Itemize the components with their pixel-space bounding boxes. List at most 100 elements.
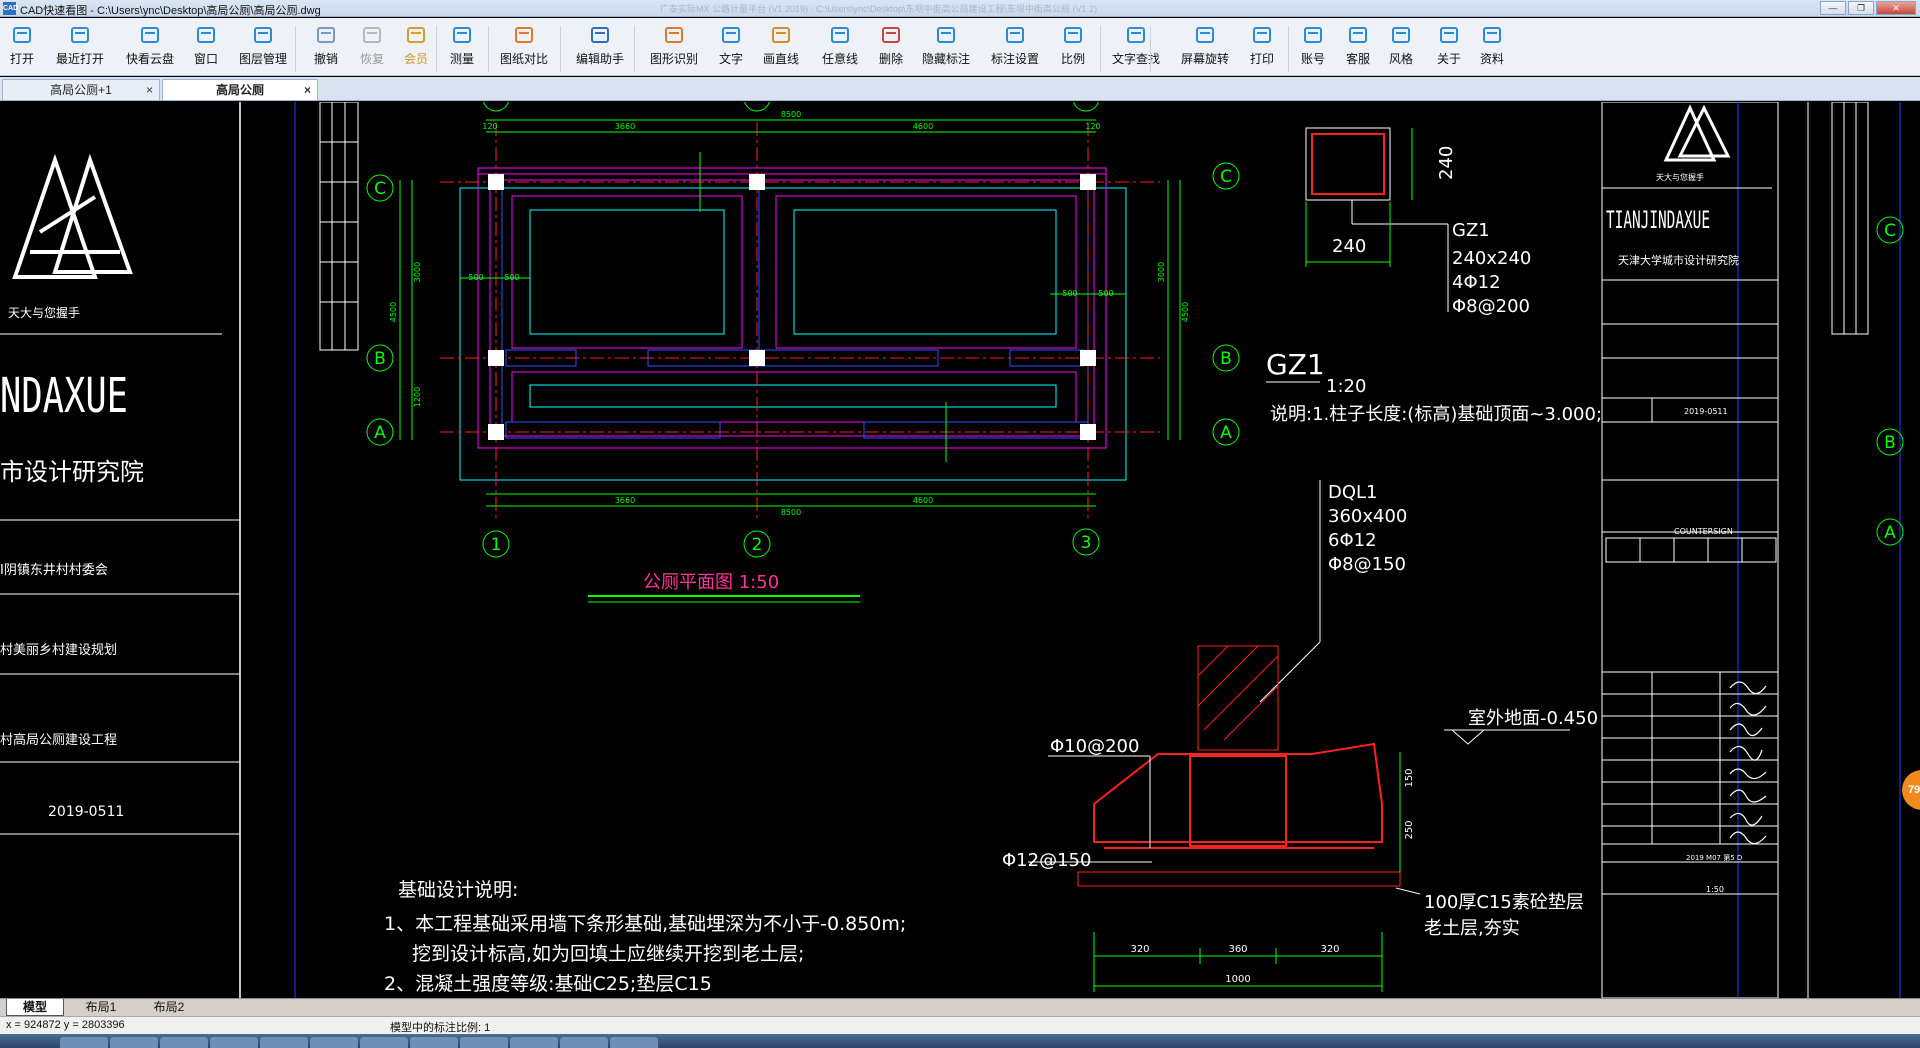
tab-layout1[interactable]: 布局1 (68, 999, 134, 1016)
ruler-icon (449, 22, 475, 48)
taskbar-item[interactable] (610, 1037, 658, 1048)
axis-a-right: A (1220, 423, 1232, 443)
close-tab-icon[interactable]: × (304, 80, 311, 100)
toolbar-button-21[interactable]: 打印 (1249, 22, 1275, 67)
toolbar-button-4[interactable]: 图层管理 (239, 22, 287, 67)
taskbar-item[interactable] (560, 1037, 608, 1048)
institute-logo (12, 153, 133, 279)
toolbar-label: 比例 (1060, 52, 1085, 66)
compare-icon (511, 22, 537, 48)
tab-model[interactable]: 模型 (6, 999, 64, 1016)
toolbar-button-14[interactable]: 任意线 (822, 22, 858, 67)
toolbar-button-5[interactable]: 撤销 (313, 22, 339, 67)
toolbar-button-17[interactable]: 标注设置 (991, 22, 1039, 67)
toolbar-button-22[interactable]: 账号 (1300, 22, 1326, 67)
os-taskbar (0, 1034, 1920, 1048)
right-company: 天大与您握手 (1656, 172, 1704, 182)
eraser-icon (878, 22, 904, 48)
toolbar-separator (1150, 26, 1151, 72)
taskbar-item[interactable] (460, 1037, 508, 1048)
footing-ground: 室外地面-0.450 (1468, 708, 1598, 729)
axis-c-right: C (1220, 167, 1232, 187)
annotation-scale: 模型中的标注比例: 1 (390, 1022, 491, 1034)
toolbar-button-10[interactable]: 编辑助手 (576, 22, 624, 67)
tab-layout2[interactable]: 布局2 (136, 999, 202, 1016)
notes-line3: 2、混凝土强度等级:基础C25;垫层C15 (384, 973, 712, 995)
cursor-coordinates: x = 924872 y = 2803396 (6, 1019, 125, 1031)
toolbar-button-23[interactable]: 客服 (1345, 22, 1371, 67)
toolbar-label: 撤销 (313, 52, 338, 66)
toolbar-button-26[interactable]: 资料 (1479, 22, 1505, 67)
toolbar-label: 快看云盘 (125, 52, 175, 66)
redo-icon (359, 22, 385, 48)
taskbar-item[interactable] (160, 1037, 208, 1048)
toolbar-label: 文字查找 (1111, 52, 1161, 66)
maximize-button[interactable]: ❐ (1848, 1, 1874, 15)
toolbar-separator (1100, 26, 1101, 72)
toolbar-label: 屏幕旋转 (1180, 52, 1230, 66)
design-notes: 基础设计说明: 1、本工程基础采用墙下条形基础,基础埋深为不小于-0.850m;… (384, 879, 906, 995)
toolbar-button-11[interactable]: 图形识别 (650, 22, 698, 67)
toolbar-button-8[interactable]: 测量 (449, 22, 475, 67)
toolbar-button-9[interactable]: 图纸对比 (500, 22, 548, 67)
taskbar-item[interactable] (310, 1037, 358, 1048)
toolbar-button-6[interactable]: 恢复 (359, 22, 385, 67)
taskbar-item[interactable] (510, 1037, 558, 1048)
left-client: I阴镇东井村村委会 (0, 563, 108, 578)
toolbar-button-25[interactable]: 关于 (1436, 22, 1462, 67)
toolbar-label: 打开 (9, 52, 34, 66)
toolbar-label: 关于 (1436, 52, 1461, 66)
toolbar-button-19[interactable]: 文字查找 (1112, 22, 1160, 67)
rotate-screen-icon (1192, 22, 1218, 48)
close-tab-icon[interactable]: × (146, 80, 153, 100)
footing-section: DQL1 360x400 6Φ12 Φ8@150 Φ10@200 Φ12@150… (1002, 480, 1598, 992)
taskbar-item[interactable] (260, 1037, 308, 1048)
toolbar-button-2[interactable]: 快看云盘 (126, 22, 174, 67)
right-title-block: 天大与您握手 TIANJINDAXUE 天津大学城市设计研究院 2019-051… (1601, 102, 1779, 998)
column-width-dim: 240 (1332, 236, 1366, 257)
notes-line1: 1、本工程基础采用墙下条形基础,基础埋深为不小于-0.850m; (384, 913, 906, 935)
toolbar-label: 编辑助手 (575, 52, 625, 66)
plan-total-dim: 8500 (781, 110, 801, 119)
toolbar-button-13[interactable]: 画直线 (763, 22, 799, 67)
plan-bay-left-dim: 3660 (615, 122, 635, 131)
toolbar-separator (488, 26, 489, 72)
doc-tab-gaoju-plus1[interactable]: 高局公厕+1 × (2, 79, 160, 100)
document-tabs: 高局公厕+1 × 高局公厕 × (0, 77, 1920, 101)
window-title: CAD快速看图 - C:\Users\ync\Desktop\高局公厕\高局公厕… (20, 5, 321, 17)
taskbar-item[interactable] (60, 1037, 108, 1048)
toolbar-button-12[interactable]: 文字 (718, 22, 744, 67)
toolbar-label: 标注设置 (990, 52, 1040, 66)
toolbar-button-24[interactable]: 风格 (1388, 22, 1414, 67)
line-icon (768, 22, 794, 48)
toolbar-button-18[interactable]: 比例 (1060, 22, 1086, 67)
axis-b-left: B (374, 349, 386, 369)
toolbar-button-15[interactable]: 删除 (878, 22, 904, 67)
taskbar-item[interactable] (410, 1037, 458, 1048)
toolbar-label: 最近打开 (55, 52, 105, 66)
taskbar-item[interactable] (360, 1037, 408, 1048)
minimize-button[interactable]: — (1820, 1, 1846, 15)
notes-line2: 挖到设计标高,如为回填土应继续开挖到老土层; (412, 943, 804, 965)
footing-rebar-top: Φ10@200 (1050, 736, 1139, 757)
close-button[interactable]: ✕ (1876, 1, 1916, 15)
toolbar-button-20[interactable]: 屏幕旋转 (1181, 22, 1229, 67)
toolbar-button-3[interactable]: 窗口 (193, 22, 219, 67)
toolbar-button-1[interactable]: 最近打开 (56, 22, 104, 67)
toolbar-button-7[interactable]: 会员 (403, 22, 429, 67)
drawing-canvas[interactable]: 天大与您握手 NDAXUE 市设计研究院 I阴镇东井村村委会 村美丽乡村建设规划… (0, 102, 1920, 998)
toolbar-button-0[interactable]: 打开 (9, 22, 35, 67)
footing-rebar-bottom: Φ12@150 (1002, 850, 1091, 871)
taskbar-item[interactable] (210, 1037, 258, 1048)
toolbar-button-16[interactable]: 隐藏标注 (922, 22, 970, 67)
right-scale-note: 1:50 (1706, 885, 1724, 894)
toolbar-separator (295, 26, 296, 72)
docs-icon (1479, 22, 1505, 48)
taskbar-item[interactable] (110, 1037, 158, 1048)
plan-edge-dim-right: 120 (1085, 122, 1100, 131)
right-date: 2019-0511 (1684, 407, 1728, 416)
left-title-block: 天大与您握手 NDAXUE 市设计研究院 I阴镇东井村村委会 村美丽乡村建设规划… (0, 102, 296, 998)
toolbar-label: 恢复 (359, 52, 384, 66)
style-icon (1388, 22, 1414, 48)
doc-tab-gaoju[interactable]: 高局公厕 × (162, 79, 318, 100)
